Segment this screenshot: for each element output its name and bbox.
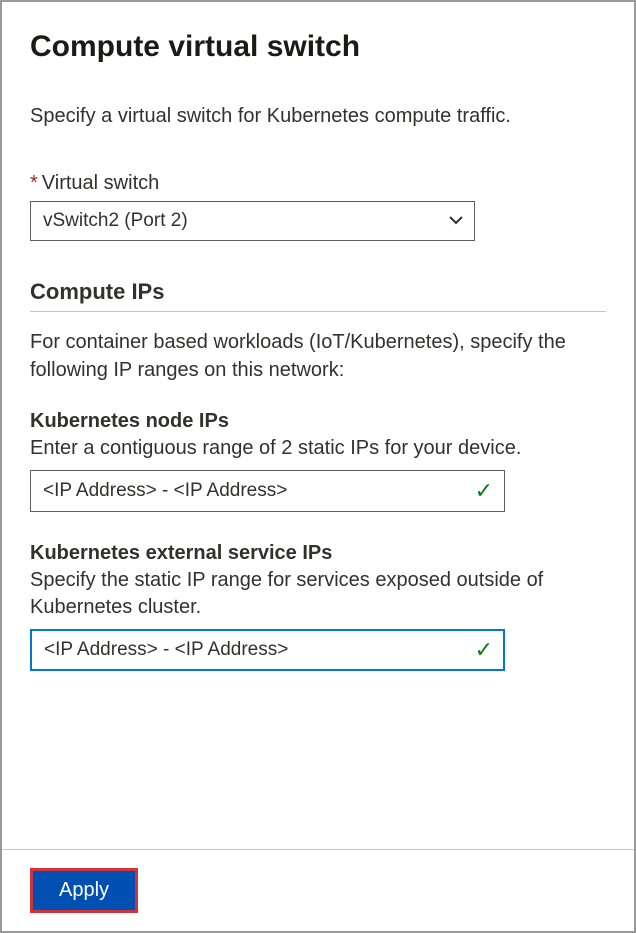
required-star-icon: * <box>30 172 38 194</box>
service-ips-group: Kubernetes external service IPs Specify … <box>30 542 606 671</box>
node-ips-input-wrapper: ✓ <box>30 470 505 512</box>
apply-button[interactable]: Apply <box>30 868 138 913</box>
virtual-switch-label-text: Virtual switch <box>42 172 159 194</box>
virtual-switch-label: *Virtual switch <box>30 172 606 195</box>
virtual-switch-field: *Virtual switch <box>30 172 606 241</box>
page-description: Specify a virtual switch for Kubernetes … <box>30 102 606 130</box>
node-ips-input[interactable] <box>30 470 505 512</box>
compute-ips-header: Compute IPs <box>30 279 606 312</box>
node-ips-label: Kubernetes node IPs <box>30 410 606 433</box>
service-ips-label: Kubernetes external service IPs <box>30 542 606 565</box>
node-ips-description: Enter a contiguous range of 2 static IPs… <box>30 435 606 462</box>
page-title: Compute virtual switch <box>30 30 606 64</box>
footer-bar: Apply <box>2 849 634 931</box>
virtual-switch-select-wrapper <box>30 201 475 241</box>
service-ips-description: Specify the static IP range for services… <box>30 567 606 621</box>
virtual-switch-select[interactable] <box>30 201 475 241</box>
service-ips-input-wrapper: ✓ <box>30 629 505 671</box>
service-ips-input[interactable] <box>30 629 505 671</box>
compute-ips-description: For container based workloads (IoT/Kuber… <box>30 328 606 384</box>
node-ips-group: Kubernetes node IPs Enter a contiguous r… <box>30 410 606 512</box>
